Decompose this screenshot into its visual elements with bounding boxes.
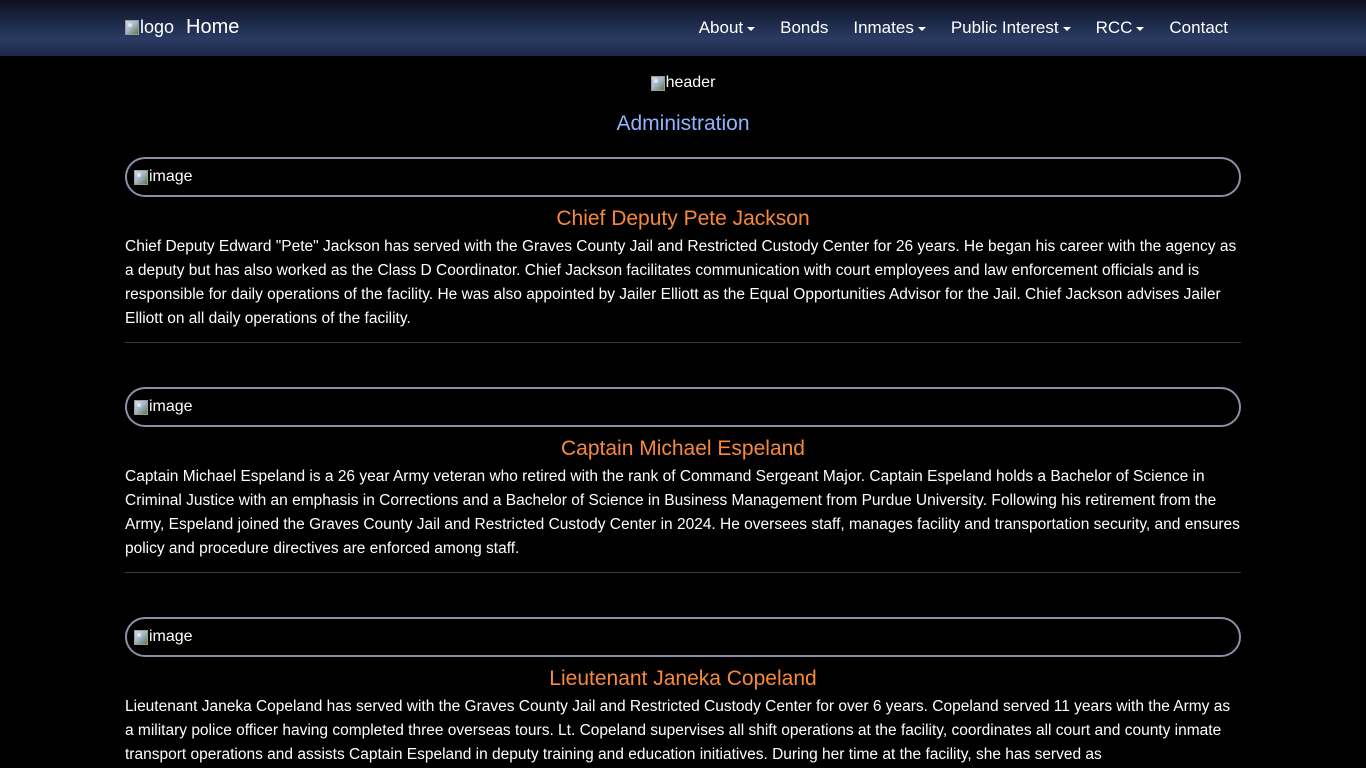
photo-alt-text: image [149, 168, 193, 185]
nav-item-label: Inmates [853, 18, 914, 37]
nav-item-public-interest[interactable]: Public Interest [938, 18, 1083, 38]
home-link[interactable]: Home [186, 16, 239, 39]
divider [125, 342, 1241, 343]
staff-photo: image [134, 168, 193, 186]
staff-bio: Lieutenant Janeka Copeland has served wi… [125, 698, 1231, 763]
staff-photo: image [134, 398, 193, 416]
header-alt-text: header [665, 74, 716, 91]
nav-item-label: Public Interest [950, 18, 1059, 37]
page-title: Administration [616, 112, 750, 135]
staff-name: Captain Michael Espeland [561, 437, 805, 460]
logo-alt-text: logo [140, 16, 175, 37]
staff-card: image Chief Deputy Pete Jackson Chief De… [125, 157, 1241, 343]
staff-card: image Lieutenant Janeka Copeland Lieuten… [125, 617, 1241, 767]
staff-name: Chief Deputy Pete Jackson [556, 207, 810, 230]
divider [125, 572, 1241, 573]
caret-down-icon [747, 26, 756, 31]
nav-item-rcc[interactable]: RCC [1083, 18, 1157, 38]
staff-bio: Chief Deputy Edward "Pete" Jackson has s… [125, 238, 1237, 327]
broken-image-icon [134, 629, 148, 645]
staff-card: image Captain Michael Espeland Captain M… [125, 387, 1241, 573]
nav-item-label: Contact [1169, 18, 1228, 37]
top-navbar: logo Home About Bonds Inmates Public Int… [0, 0, 1366, 56]
photo-alt-text: image [149, 398, 193, 415]
caret-down-icon [1136, 26, 1145, 31]
nav-item-bonds[interactable]: Bonds [768, 18, 841, 38]
broken-image-icon [650, 75, 665, 91]
caret-down-icon [917, 26, 926, 31]
navbar-brand: logo Home [125, 12, 239, 42]
header-image: header [650, 74, 716, 92]
header-banner: header [0, 74, 1366, 92]
logo-image[interactable]: logo [125, 17, 174, 38]
nav-item-label: About [698, 18, 744, 37]
staff-photo-frame: image [125, 157, 1241, 197]
nav-item-contact[interactable]: Contact [1157, 18, 1241, 38]
staff-name: Lieutenant Janeka Copeland [549, 667, 817, 690]
broken-image-icon [134, 399, 148, 415]
staff-photo-frame: image [125, 387, 1241, 427]
staff-bio: Captain Michael Espeland is a 26 year Ar… [125, 468, 1240, 557]
broken-image-icon [125, 19, 139, 35]
staff-photo-frame: image [125, 617, 1241, 657]
nav-item-label: RCC [1095, 18, 1133, 37]
nav-item-about[interactable]: About [686, 18, 767, 38]
staff-photo: image [134, 628, 193, 646]
nav-item-label: Bonds [780, 18, 829, 37]
nav-item-inmates[interactable]: Inmates [841, 18, 938, 38]
caret-down-icon [1062, 26, 1071, 31]
broken-image-icon [134, 169, 148, 185]
nav-menu: About Bonds Inmates Public Interest RCC … [686, 0, 1241, 56]
photo-alt-text: image [149, 628, 193, 645]
